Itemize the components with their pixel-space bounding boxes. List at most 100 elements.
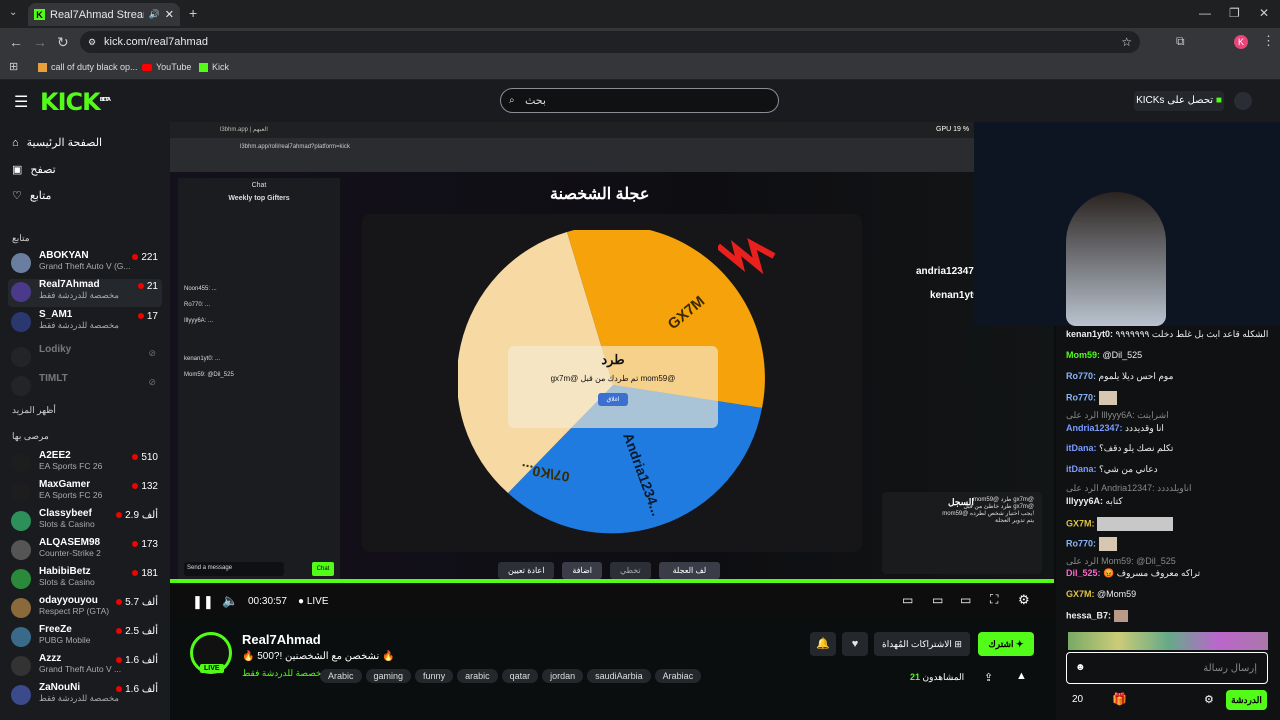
gift-icon[interactable]: 🎁 <box>1112 692 1127 706</box>
avatar <box>11 453 31 473</box>
maximize-icon[interactable]: ❐ <box>1229 6 1240 20</box>
chat-username[interactable]: Andria12347: <box>1066 423 1123 433</box>
hamburger-icon[interactable]: ☰ <box>14 92 28 112</box>
reload-icon[interactable]: ↻ <box>57 34 69 51</box>
report-icon[interactable]: ▲ <box>1016 670 1027 682</box>
share-icon[interactable]: ⇪ <box>984 671 993 684</box>
following-item-timlt[interactable]: TIMLT ⊘ <box>8 373 162 401</box>
tag[interactable]: qatar <box>501 669 539 683</box>
cinema-icon[interactable]: ▭ <box>960 593 971 607</box>
tag[interactable]: arabic <box>457 669 498 683</box>
pause-icon[interactable]: ❚❚ <box>192 594 214 610</box>
menu-icon[interactable]: ⋮ <box>1262 33 1275 49</box>
back-icon[interactable]: ← <box>9 34 23 50</box>
search-input[interactable]: ⌕ بحث <box>500 88 779 113</box>
tag[interactable]: funny <box>415 669 454 683</box>
show-more-link[interactable]: أظهر المزيد <box>12 405 56 416</box>
subscribe-button[interactable]: اشترك ✦ <box>978 632 1034 656</box>
channel-name[interactable]: Real7Ahmad <box>242 632 321 647</box>
recommended-item[interactable]: FreeZe PUBG Mobile 2.5 ألف <box>8 624 162 652</box>
chat-username[interactable]: GX7M: <box>1066 518 1095 528</box>
recommended-item[interactable]: odayyouyou Respect RP (GTA) 5.7 ألف <box>8 595 162 623</box>
pip-icon[interactable]: ▭ <box>902 593 913 607</box>
following-item-abokyan[interactable]: ABOKYAN Grand Theft Auto V (G... 221 <box>8 250 162 278</box>
chat-username[interactable]: kenan1yt0: <box>1066 329 1113 339</box>
user-avatar[interactable] <box>1234 92 1252 110</box>
bookmark-cod[interactable]: call of duty black op... <box>38 62 138 72</box>
following-item-s_am1[interactable]: S_AM1 مخصصة للدردشة فقط 17 <box>8 309 162 337</box>
browser-tab[interactable]: K Real7Ahmad Stream - Wat... 🔊 ✕ <box>28 3 180 26</box>
inner-browser-addressbar: l3bhm.app/roll/real7ahmad?platform=kick <box>170 138 1054 158</box>
chat-username[interactable]: GX7M: <box>1066 589 1095 599</box>
fullscreen-icon[interactable]: ⛶ <box>990 592 998 607</box>
avatar <box>11 627 31 647</box>
tab-search-icon[interactable]: ⌄ <box>9 7 17 18</box>
chat-username[interactable]: hessa_B7: <box>1066 610 1111 620</box>
chat-username[interactable]: Mom59: <box>1066 350 1100 360</box>
bookmark-star-icon[interactable]: ☆ <box>1121 31 1132 53</box>
following-item-lodiky[interactable]: Lodiky ⊘ <box>8 344 162 372</box>
nav-home[interactable]: ⌂ الصفحة الرئيسية <box>12 136 102 150</box>
profile-avatar[interactable]: K <box>1234 35 1248 49</box>
tab-title: Real7Ahmad Stream - Wat... <box>50 8 144 21</box>
apps-icon[interactable]: ⊞ <box>9 60 18 73</box>
volume-icon[interactable]: 🔈 <box>222 593 238 609</box>
get-kicks-button[interactable]: KICKs تحصل على ■ <box>1134 91 1224 111</box>
chat-settings-icon[interactable]: ⚙ <box>1204 693 1214 706</box>
tag[interactable]: saudiAarbia <box>587 669 651 683</box>
minimize-icon[interactable]: — <box>1199 6 1211 20</box>
chat-send-button[interactable]: الدردشة <box>1226 690 1267 710</box>
bookmark-youtube[interactable]: YouTube <box>142 62 191 72</box>
recommended-item[interactable]: Azzz Grand Theft Auto V ... 1.6 ألف <box>8 653 162 681</box>
stream-category[interactable]: مخصصة للدردشة فقط <box>242 668 327 679</box>
inner-browser-tabbar: l3bhm.app | العبهم GPU 19 % <box>170 122 1054 138</box>
gift-subs-button[interactable]: الاشتراكات المُهداة ⊞ <box>874 632 970 656</box>
new-tab-icon[interactable]: + <box>189 5 197 21</box>
close-window-icon[interactable]: ✕ <box>1259 6 1269 20</box>
kick-logo[interactable]: KICKBETA <box>40 88 111 116</box>
notifications-button[interactable]: 🔔 <box>810 632 836 656</box>
chat-username[interactable]: Ro770: <box>1066 392 1096 402</box>
chat-username[interactable]: Illyyy6A: <box>1066 496 1103 506</box>
video-player[interactable]: l3bhm.app | العبهم GPU 19 % l3bhm.app/ro… <box>170 122 1054 592</box>
tag[interactable]: gaming <box>365 669 412 683</box>
recommended-item[interactable]: HabibiBetz Slots & Casino 181 <box>8 566 162 594</box>
nav-following[interactable]: ♡ متابع <box>12 189 51 202</box>
tag[interactable]: Arabiac <box>654 669 702 683</box>
chat-username[interactable]: Ro770: <box>1066 371 1096 381</box>
chat-username[interactable]: Dil_525: <box>1066 568 1101 578</box>
audio-icon[interactable]: 🔊 <box>149 9 160 20</box>
emoji-icon[interactable]: ☻ <box>1075 662 1086 673</box>
url-input[interactable]: ⚙ kick.com/real7ahmad ☆ <box>80 31 1140 53</box>
channel-name: HabibiBetz <box>39 566 91 577</box>
viewer-count: 17 <box>138 311 158 322</box>
following-item-real7ahmad[interactable]: Real7Ahmad مخصصة للدردشة فقط 21 <box>8 279 162 307</box>
extensions-icon[interactable]: ⧉ <box>1176 34 1185 49</box>
tag[interactable]: jordan <box>542 669 584 683</box>
bookmark-kick[interactable]: Kick <box>199 62 229 72</box>
recommended-item[interactable]: A2EE2 EA Sports FC 26 510 <box>8 450 162 478</box>
recommended-item[interactable]: Classybeef Slots & Casino 2.9 ألف <box>8 508 162 536</box>
recommended-item[interactable]: ZaNouNi مخصصة للدردشة فقط 1.6 ألف <box>8 682 162 710</box>
bookmark-label: Kick <box>212 62 230 72</box>
chat-text: @Dil_525 <box>1102 350 1143 360</box>
chat-input[interactable]: إرسال رسالة ☻ <box>1066 652 1268 684</box>
nav-browse[interactable]: ▣ تصفح <box>12 163 56 176</box>
chat-username[interactable]: itDana: <box>1066 443 1097 453</box>
theatre-icon[interactable]: ▭ <box>932 593 943 607</box>
close-tab-icon[interactable]: ✕ <box>165 8 174 21</box>
site-info-icon[interactable]: ⚙ <box>88 31 96 53</box>
recommended-item[interactable]: ALQASEM98 Counter-Strike 2 173 <box>8 537 162 565</box>
chat-username[interactable]: itDana: <box>1066 464 1097 474</box>
settings-gear-icon[interactable]: ⚙ <box>1018 592 1030 608</box>
tag[interactable]: Arabic <box>320 669 362 683</box>
forward-icon[interactable]: → <box>33 34 47 50</box>
follow-button[interactable]: ♥ <box>842 632 868 656</box>
nav-label: متابع <box>29 190 52 202</box>
recommended-item[interactable]: MaxGamer EA Sports FC 26 132 <box>8 479 162 507</box>
chat-message: Dil_525: 😡 تراكه معروف مسروف <box>1066 568 1200 579</box>
chat-username[interactable]: Ro770: <box>1066 538 1096 548</box>
heart-icon: ♡ <box>12 190 22 202</box>
live-indicator[interactable]: ● LIVE <box>298 596 329 607</box>
progress-bar[interactable] <box>170 579 1054 583</box>
